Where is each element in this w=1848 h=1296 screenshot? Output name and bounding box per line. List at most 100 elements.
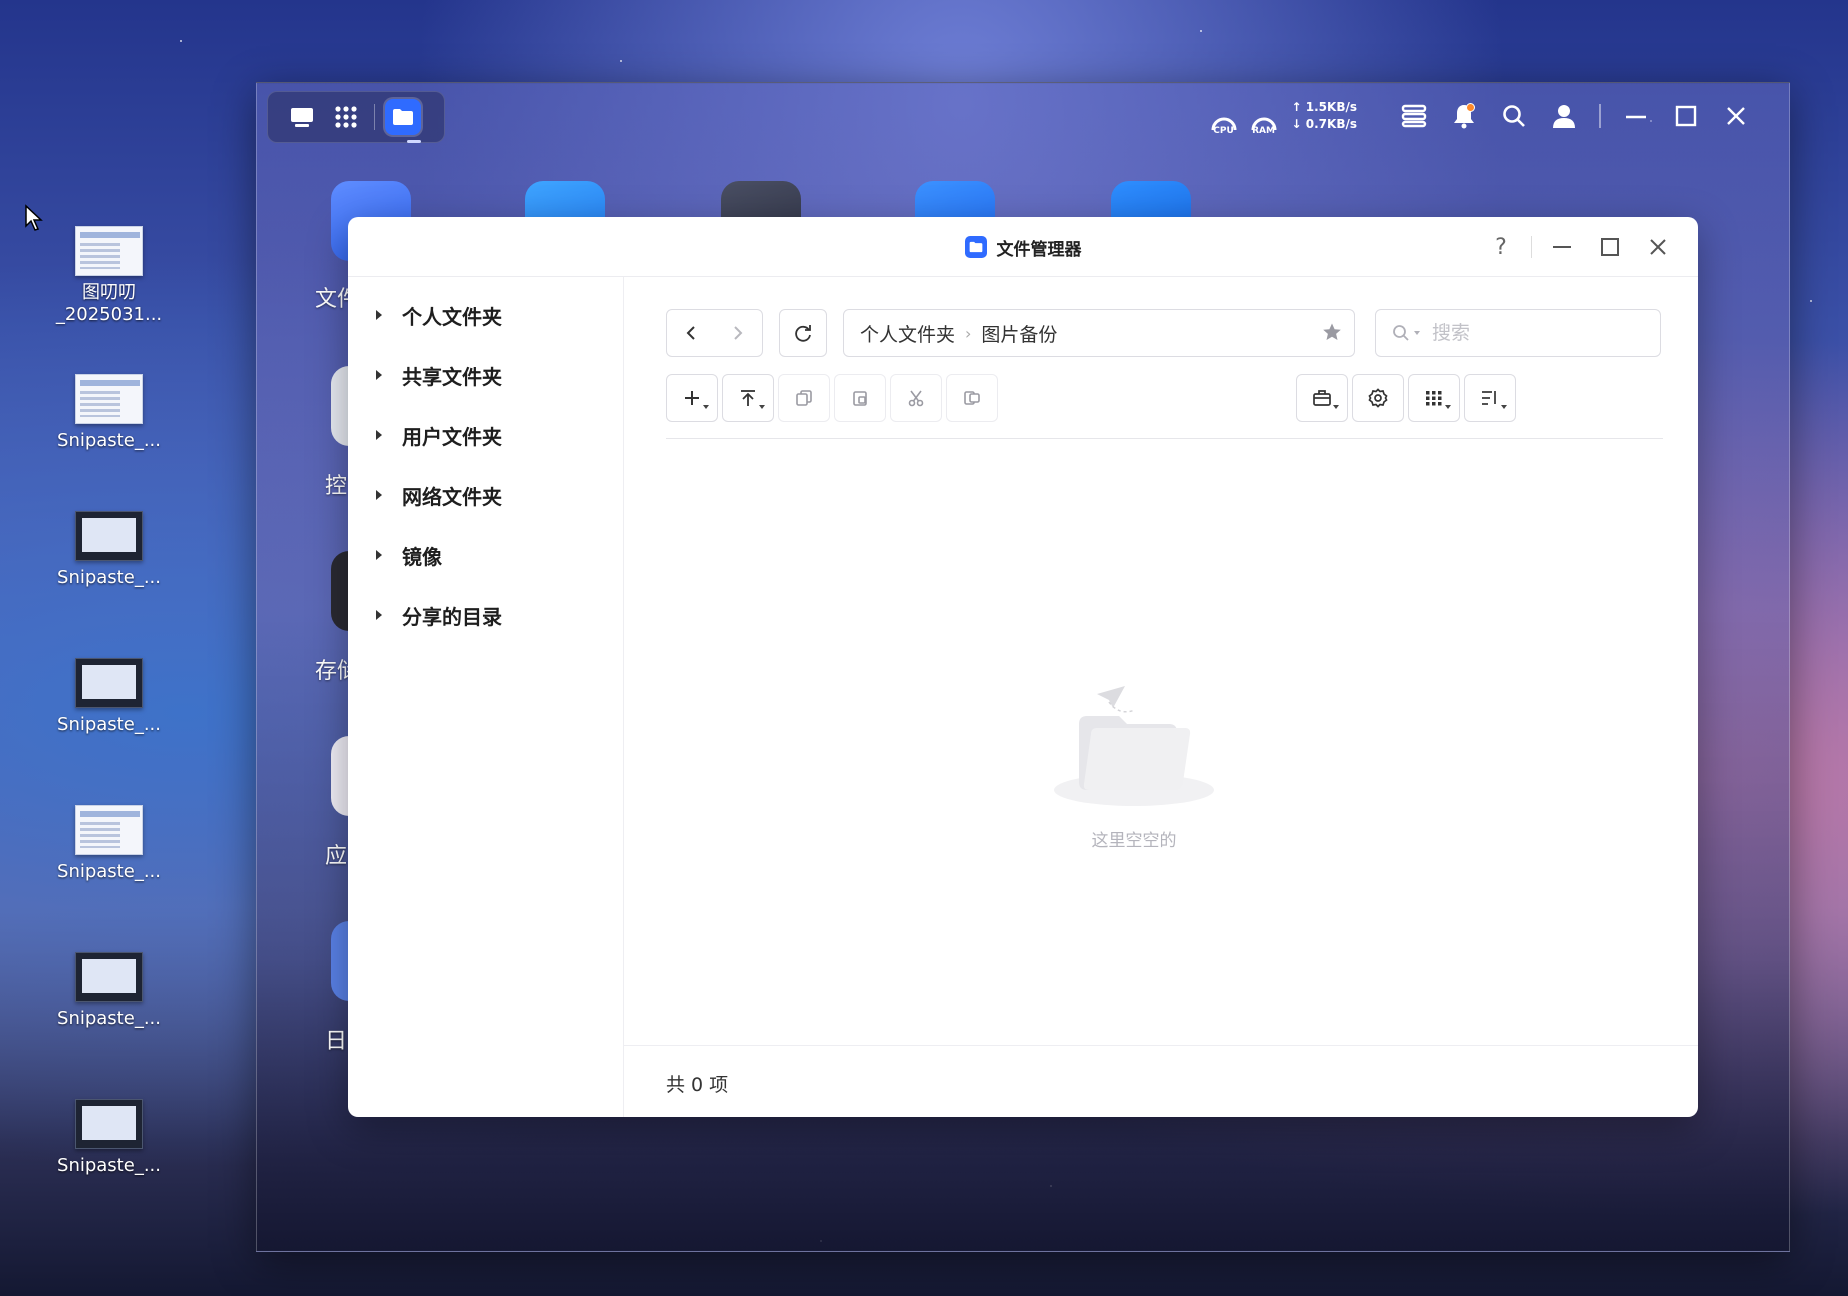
user-icon xyxy=(1553,105,1575,128)
minimize-icon xyxy=(1553,246,1571,248)
help-icon: ? xyxy=(1495,234,1507,260)
maximize-icon xyxy=(1675,105,1697,127)
app-launcher-button[interactable] xyxy=(324,95,368,139)
briefcase-icon xyxy=(1313,390,1331,406)
search-icon xyxy=(1393,325,1409,341)
network-speed[interactable]: ↑ 1.5KB/s ↓ 0.7KB/s xyxy=(1292,99,1357,133)
expand-caret-icon[interactable] xyxy=(376,430,382,440)
expand-caret-icon[interactable] xyxy=(376,310,382,320)
upload-button[interactable] xyxy=(722,374,774,422)
desktop-file-icon[interactable]: Snipaste_... xyxy=(55,952,163,1030)
image-thumbnail xyxy=(75,226,143,276)
expand-caret-icon[interactable] xyxy=(376,550,382,560)
fm-main: 个人文件夹 › 图片备份 搜索 这里空空的 共 0 项 xyxy=(624,277,1698,1117)
upload-icon xyxy=(741,390,755,406)
toolbox-button[interactable] xyxy=(1296,374,1348,422)
app-label-control: 控 xyxy=(325,474,348,499)
expand-caret-icon[interactable] xyxy=(376,370,382,380)
search-button[interactable] xyxy=(1489,93,1539,139)
task-manager-button[interactable] xyxy=(1389,93,1439,139)
fm-sidebar: 个人文件夹 共享文件夹 用户文件夹 网络文件夹 镜像 分享的目录 xyxy=(348,277,624,1117)
sidebar-item-users[interactable]: 用户文件夹 xyxy=(376,415,502,455)
chevron-left-icon xyxy=(686,326,695,340)
desktop-file-icon[interactable]: Snipaste_... xyxy=(55,658,163,736)
desktop-file-name: Snipaste_... xyxy=(57,1008,161,1029)
breadcrumb-item-personal[interactable]: 个人文件夹 xyxy=(860,320,955,347)
desktop-file-name-2: _2025031... xyxy=(55,304,163,325)
active-app-indicator xyxy=(407,140,421,143)
notification-badge xyxy=(1466,103,1475,112)
item-count: 共 0 项 xyxy=(666,1074,729,1096)
show-desktop-button[interactable] xyxy=(280,95,324,139)
scissors-icon xyxy=(908,390,924,407)
fm-window-controls: ? xyxy=(1477,227,1682,267)
plus-icon xyxy=(685,391,699,405)
move-button[interactable] xyxy=(946,374,998,422)
refresh-button[interactable] xyxy=(779,309,827,357)
upload-speed: ↑ 1.5KB/s xyxy=(1291,100,1357,114)
sidebar-item-shared[interactable]: 共享文件夹 xyxy=(376,355,502,395)
search-input[interactable] xyxy=(1432,322,1612,344)
settings-button[interactable] xyxy=(1352,374,1404,422)
taskbar-file-manager-button[interactable] xyxy=(381,95,425,139)
fm-maximize-button[interactable] xyxy=(1586,227,1634,267)
help-button[interactable]: ? xyxy=(1477,227,1525,267)
desktop-file-icon[interactable]: 图叨叨 _2025031... xyxy=(55,226,163,326)
sort-icon xyxy=(1482,391,1496,405)
copy-icon xyxy=(796,390,812,406)
back-button[interactable] xyxy=(667,310,715,356)
forward-button[interactable] xyxy=(715,310,763,356)
cpu-gauge[interactable]: CPU xyxy=(1206,96,1242,136)
close-button[interactable] xyxy=(1711,93,1761,139)
cut-button[interactable] xyxy=(890,374,942,422)
fm-close-button[interactable] xyxy=(1634,227,1682,267)
notifications-button[interactable] xyxy=(1439,93,1489,139)
dropdown-caret-icon xyxy=(759,405,765,409)
user-button[interactable] xyxy=(1539,93,1589,139)
maximize-icon xyxy=(1601,238,1619,256)
taskbar-dock xyxy=(267,91,445,143)
fm-minimize-button[interactable] xyxy=(1538,227,1586,267)
expand-caret-icon[interactable] xyxy=(376,490,382,500)
desktop-file-name: Snipaste_... xyxy=(57,1155,161,1176)
paste-button[interactable] xyxy=(834,374,886,422)
image-thumbnail xyxy=(75,952,143,1002)
expand-caret-icon[interactable] xyxy=(376,610,382,620)
desktop-file-name: Snipaste_... xyxy=(57,567,161,588)
sidebar-item-images[interactable]: 镜像 xyxy=(376,535,442,575)
copy-button[interactable] xyxy=(778,374,830,422)
desktop-file-icon[interactable]: Snipaste_... xyxy=(55,511,163,589)
view-mode-button[interactable] xyxy=(1408,374,1460,422)
new-button[interactable] xyxy=(666,374,718,422)
grid-view-icon xyxy=(1426,391,1442,406)
sidebar-item-label: 个人文件夹 xyxy=(402,304,502,329)
server-list-icon xyxy=(1401,104,1427,128)
maximize-button[interactable] xyxy=(1661,93,1711,139)
sort-button[interactable] xyxy=(1464,374,1516,422)
mouse-pointer-icon xyxy=(25,204,43,231)
close-icon xyxy=(1650,239,1666,255)
sidebar-item-network[interactable]: 网络文件夹 xyxy=(376,475,502,515)
favorite-star-icon[interactable] xyxy=(1322,322,1342,347)
sidebar-item-label: 镜像 xyxy=(402,544,442,569)
search-box[interactable] xyxy=(1375,309,1661,357)
desktop-file-icon[interactable]: Snipaste_... xyxy=(55,1099,163,1177)
desktop-file-icon[interactable]: Snipaste_... xyxy=(55,374,163,452)
close-icon xyxy=(1727,107,1745,125)
image-thumbnail xyxy=(75,374,143,424)
chevron-right-icon xyxy=(734,326,743,340)
desktop-file-name: Snipaste_... xyxy=(57,430,161,451)
breadcrumb[interactable]: 个人文件夹 › 图片备份 xyxy=(843,309,1355,357)
search-options-caret-icon[interactable] xyxy=(1414,331,1420,335)
dropdown-caret-icon xyxy=(1445,405,1451,409)
sidebar-item-personal[interactable]: 个人文件夹 xyxy=(376,295,502,335)
desktop-file-icon[interactable]: Snipaste_... xyxy=(55,805,163,883)
ram-gauge[interactable]: RAM xyxy=(1246,96,1282,136)
dock-separator xyxy=(374,104,375,130)
sidebar-item-shared-links[interactable]: 分享的目录 xyxy=(376,595,502,635)
image-thumbnail xyxy=(75,658,143,708)
minimize-button[interactable] xyxy=(1611,93,1661,139)
fm-title-text: 文件管理器 xyxy=(996,239,1082,260)
monitor-icon xyxy=(291,108,313,127)
breadcrumb-item-current[interactable]: 图片备份 xyxy=(981,320,1057,347)
